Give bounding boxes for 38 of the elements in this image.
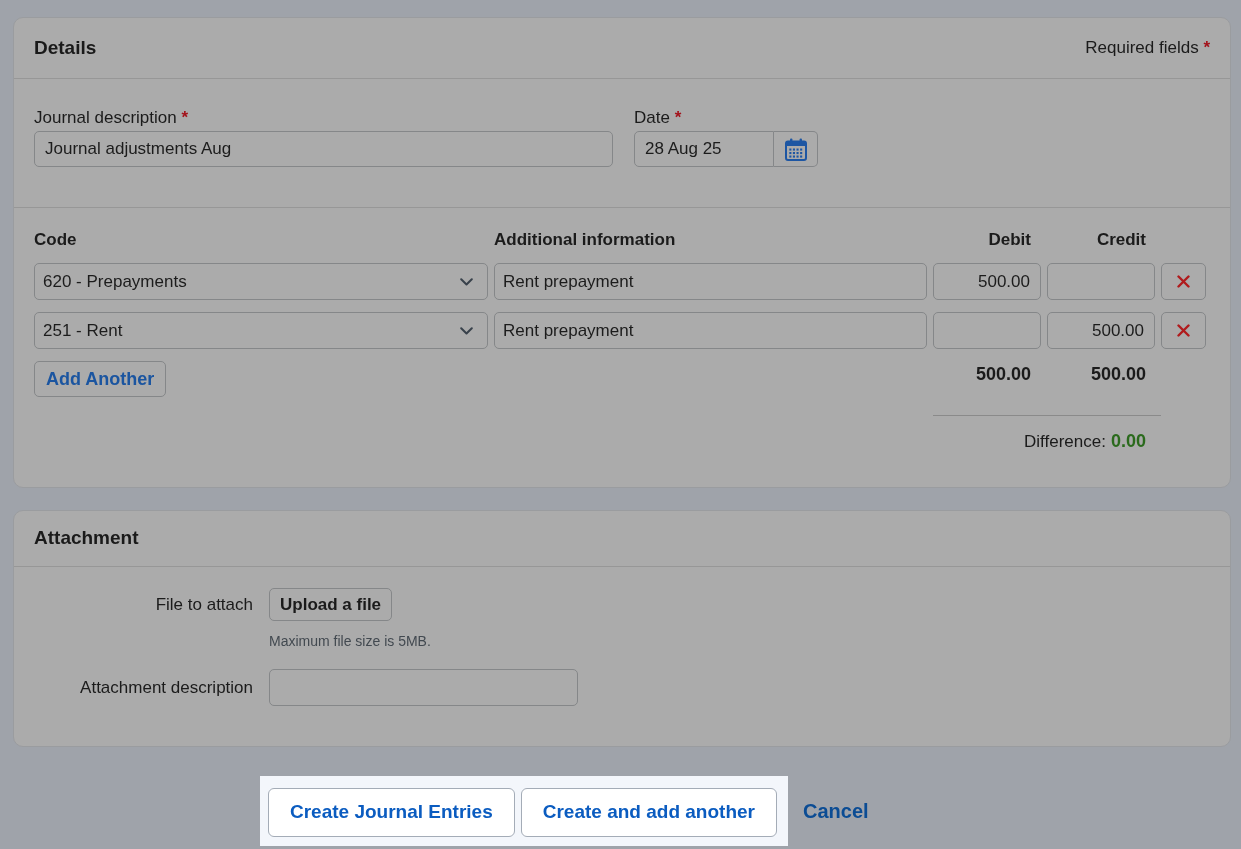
field-label: Attachment description	[80, 676, 253, 699]
cross-icon	[1177, 324, 1190, 337]
date-field[interactable]: 28 Aug 25	[634, 131, 774, 167]
difference-value: 0.00	[1110, 430, 1146, 452]
info-field[interactable]: Rent prepayment	[494, 263, 927, 300]
column-header: Credit	[1095, 229, 1147, 251]
column-header: Additional information	[494, 229, 677, 251]
cross-icon	[1177, 275, 1190, 288]
section-title: Details	[34, 35, 97, 60]
info-field[interactable]: Rent prepayment	[494, 312, 927, 349]
action-button[interactable]: Create Journal Entries	[268, 788, 515, 837]
debit-total: 500.00	[975, 364, 1031, 384]
calendar-icon	[784, 137, 807, 161]
attachment-description-field[interactable]	[269, 669, 578, 706]
account-select[interactable]: 251 - Rent	[34, 312, 488, 349]
file-size-hint: Maximum file size is 5MB.	[269, 632, 431, 650]
column-header: Code	[34, 229, 78, 251]
required-note: Required fields *	[1085, 37, 1210, 59]
field-label: File to attach	[155, 593, 253, 616]
column-header: Debit	[987, 229, 1032, 251]
chevron-down-icon	[460, 277, 473, 286]
amount-field[interactable]	[933, 312, 1041, 349]
upload-button[interactable]: Upload a file	[269, 588, 393, 621]
account-select[interactable]: 620 - Prepayments	[34, 263, 488, 300]
amount-field[interactable]: 500.00	[1047, 312, 1155, 349]
amount-field[interactable]	[1047, 263, 1155, 300]
delete-button[interactable]	[1161, 263, 1206, 300]
section-title: Attachment	[34, 526, 139, 551]
amount-field[interactable]: 500.00	[933, 263, 1041, 300]
field-label: Journal description *	[34, 107, 190, 129]
calendar-button[interactable]	[774, 131, 818, 167]
action-button[interactable]: Create and add another	[520, 788, 777, 837]
difference-label: Difference:	[1024, 431, 1106, 453]
text-field[interactable]: Journal adjustments Aug	[34, 131, 613, 167]
credit-total: 500.00	[1090, 364, 1146, 384]
chevron-down-icon	[460, 326, 473, 335]
delete-button[interactable]	[1161, 312, 1206, 349]
field-label: Date *	[634, 107, 683, 129]
